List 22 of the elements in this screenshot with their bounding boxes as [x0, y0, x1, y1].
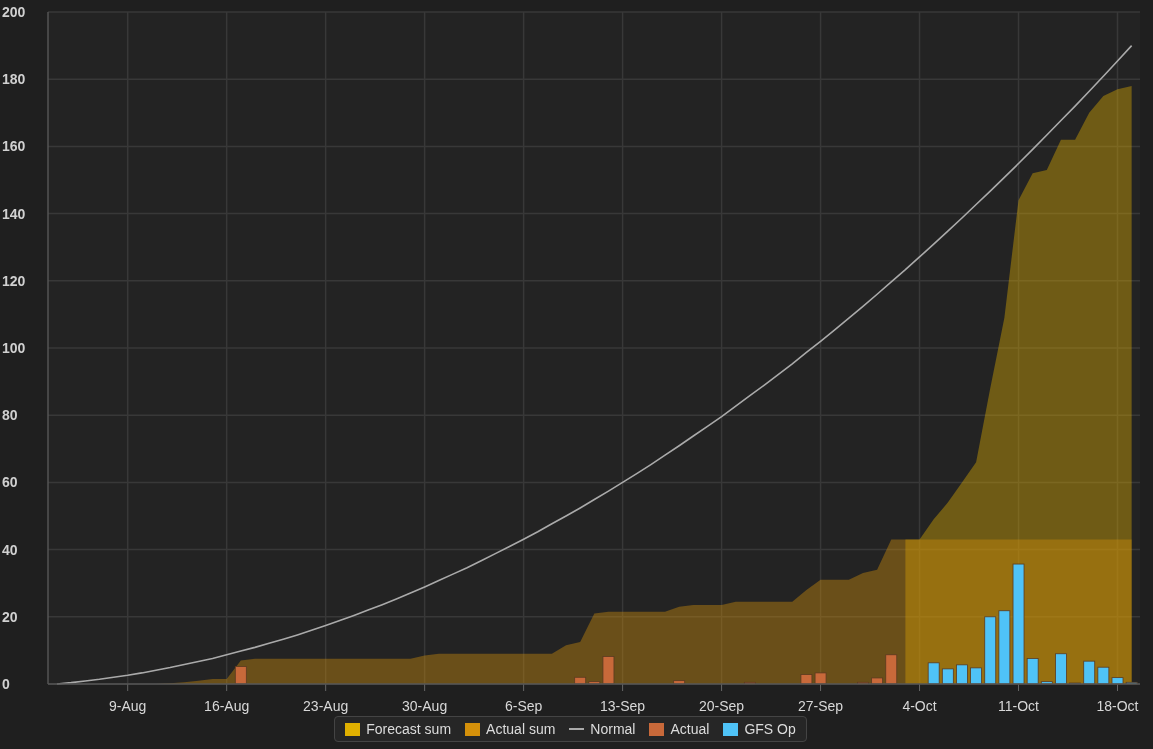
y-axis-label: 180 [2, 71, 26, 88]
y-axis-label: 0 [2, 676, 10, 692]
x-axis-label: 16-Aug [204, 698, 250, 714]
x-axis-label: 11-Oct [998, 698, 1039, 714]
x-axis-label: 6-Sep [504, 698, 543, 714]
y-axis-label: 80 [2, 407, 18, 424]
y-axis-label: 200 [2, 4, 26, 20]
x-axis-label: 9-Aug [109, 698, 147, 714]
x-axis-label: 30-Aug [402, 698, 448, 714]
y-axis-label: 20 [2, 608, 18, 625]
x-axis-label: 13-Sep [600, 698, 646, 714]
y-axis-label: 100 [2, 340, 26, 356]
x-axis-label: 23-Aug [303, 698, 349, 714]
y-axis-label: 40 [2, 541, 18, 558]
y-axis-label: 120 [2, 272, 26, 289]
x-axis-label: 27-Sep [798, 698, 844, 714]
x-axis-label: 4-Oct [902, 698, 937, 714]
y-axis-label: 60 [2, 474, 18, 491]
y-axis-label: 160 [2, 138, 26, 155]
x-axis-label: 20-Sep [699, 698, 745, 714]
y-axis-label: 140 [2, 205, 26, 222]
x-axis-label: 18-Oct [1096, 698, 1139, 714]
